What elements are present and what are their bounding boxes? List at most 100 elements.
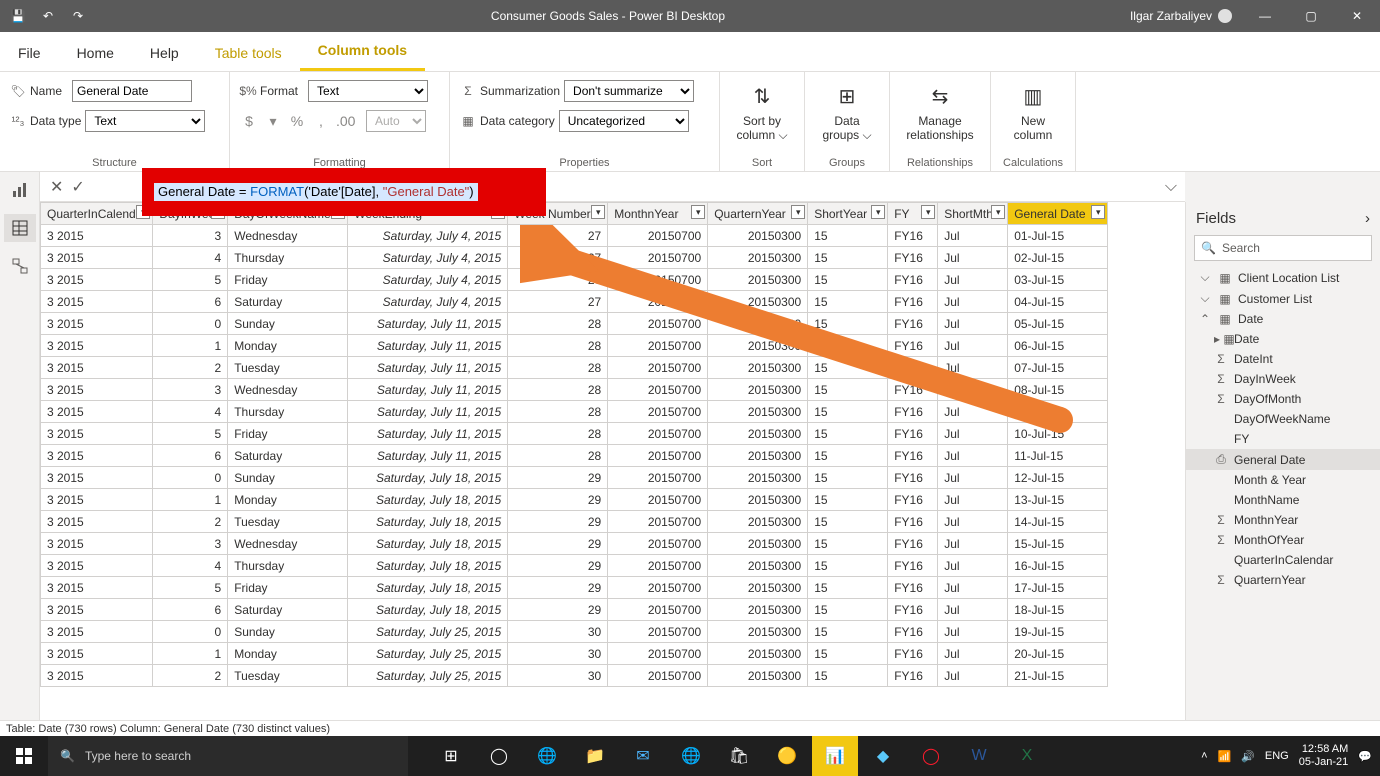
datatype-select[interactable]: Text [85, 110, 205, 132]
cell[interactable]: 3 2015 [41, 225, 153, 247]
cell[interactable]: Tuesday [228, 511, 348, 533]
cell[interactable]: Wednesday [228, 379, 348, 401]
cell[interactable]: Jul [938, 225, 1008, 247]
cell[interactable]: Saturday, July 11, 2015 [348, 423, 508, 445]
task-view-icon[interactable]: ⊞ [428, 736, 474, 776]
cell[interactable]: 20150700 [608, 401, 708, 423]
cell[interactable]: 20150300 [708, 599, 808, 621]
powerbi-icon[interactable]: 📊 [812, 736, 858, 776]
cell[interactable]: 28 [508, 423, 608, 445]
cell[interactable]: 20150700 [608, 643, 708, 665]
cell[interactable]: 5 [153, 423, 228, 445]
table-row[interactable]: 3 20153WednesdaySaturday, July 4, 201527… [41, 225, 1108, 247]
table-row[interactable]: 3 20150SundaySaturday, July 25, 20153020… [41, 621, 1108, 643]
cell[interactable]: FY16 [888, 379, 938, 401]
table-row[interactable]: 3 20151MondaySaturday, July 18, 20152920… [41, 489, 1108, 511]
cell[interactable]: Saturday, July 11, 2015 [348, 379, 508, 401]
cancel-formula-icon[interactable]: ✕ [50, 177, 63, 197]
cell[interactable]: 0 [153, 313, 228, 335]
model-view-icon[interactable] [4, 252, 36, 280]
redo-icon[interactable]: ↷ [64, 2, 92, 30]
cell[interactable]: 15 [808, 401, 888, 423]
cell[interactable]: Saturday, July 18, 2015 [348, 555, 508, 577]
cell[interactable]: 3 2015 [41, 401, 153, 423]
cell[interactable]: 20150300 [708, 445, 808, 467]
cell[interactable]: FY16 [888, 621, 938, 643]
cell[interactable]: FY16 [888, 599, 938, 621]
cell[interactable]: Jul [938, 577, 1008, 599]
cell[interactable]: 15 [808, 291, 888, 313]
cell[interactable]: Saturday, July 4, 2015 [348, 291, 508, 313]
cell[interactable]: 29 [508, 511, 608, 533]
cell[interactable]: Saturday, July 11, 2015 [348, 335, 508, 357]
cell[interactable]: 20150300 [708, 533, 808, 555]
cell[interactable]: 29 [508, 533, 608, 555]
cell[interactable]: 15 [808, 313, 888, 335]
cell[interactable]: Friday [228, 577, 348, 599]
edge2-icon[interactable]: 🌐 [668, 736, 714, 776]
tab-table-tools[interactable]: Table tools [197, 35, 300, 71]
field-item[interactable]: ΣMonthOfYear [1186, 530, 1380, 550]
cell[interactable]: FY16 [888, 445, 938, 467]
table-row[interactable]: 3 20154ThursdaySaturday, July 18, 201529… [41, 555, 1108, 577]
table-row[interactable]: 3 20155FridaySaturday, July 11, 20152820… [41, 423, 1108, 445]
format-select[interactable]: Text [308, 80, 428, 102]
cell[interactable]: 29 [508, 467, 608, 489]
table-row[interactable]: 3 20152TuesdaySaturday, July 11, 2015282… [41, 357, 1108, 379]
cell[interactable]: Jul [938, 555, 1008, 577]
field-item[interactable]: DayOfWeekName [1186, 409, 1380, 429]
tab-column-tools[interactable]: Column tools [300, 32, 425, 71]
cell[interactable]: 20150700 [608, 511, 708, 533]
cell[interactable]: 28 [508, 335, 608, 357]
store-icon[interactable]: 🛍 [716, 736, 762, 776]
cell[interactable]: 15 [808, 511, 888, 533]
filter-dropdown-icon[interactable]: ▾ [691, 205, 705, 219]
cell[interactable]: 3 2015 [41, 599, 153, 621]
cell[interactable]: 06-Jul-15 [1008, 335, 1108, 357]
cell[interactable]: 08-Jul-15 [1008, 379, 1108, 401]
cell[interactable]: 15 [808, 599, 888, 621]
cell[interactable]: Wednesday [228, 533, 348, 555]
cell[interactable]: Thursday [228, 555, 348, 577]
table-row[interactable]: 3 20154ThursdaySaturday, July 4, 2015272… [41, 247, 1108, 269]
field-item[interactable]: ⎙General Date [1186, 449, 1380, 470]
cell[interactable]: Saturday, July 18, 2015 [348, 599, 508, 621]
filter-dropdown-icon[interactable]: ▾ [591, 205, 605, 219]
cell[interactable]: Saturday, July 18, 2015 [348, 489, 508, 511]
cell[interactable]: Saturday, July 18, 2015 [348, 533, 508, 555]
cell[interactable]: 3 2015 [41, 379, 153, 401]
cell[interactable]: 3 2015 [41, 665, 153, 687]
cell[interactable]: 3 [153, 225, 228, 247]
column-header[interactable]: MonthnYear▾ [608, 203, 708, 225]
language-indicator[interactable]: ENG [1265, 750, 1289, 762]
column-header[interactable]: QuarternYear▾ [708, 203, 808, 225]
cell[interactable]: 20150700 [608, 555, 708, 577]
cell[interactable]: Jul [938, 445, 1008, 467]
opera-icon[interactable]: ◯ [908, 736, 954, 776]
cell[interactable]: Saturday, July 25, 2015 [348, 665, 508, 687]
table-row[interactable]: 3 20151MondaySaturday, July 11, 20152820… [41, 335, 1108, 357]
cell[interactable]: 20150700 [608, 599, 708, 621]
cell[interactable]: Jul [938, 247, 1008, 269]
cell[interactable]: Saturday [228, 445, 348, 467]
cell[interactable]: 4 [153, 247, 228, 269]
cell[interactable]: Jul [938, 643, 1008, 665]
summarization-select[interactable]: Don't summarize [564, 80, 694, 102]
cell[interactable]: 28 [508, 357, 608, 379]
cell[interactable]: 4 [153, 401, 228, 423]
table-item[interactable]: ⌵▦Customer List [1186, 288, 1380, 309]
cell[interactable]: 5 [153, 269, 228, 291]
cell[interactable]: 20150700 [608, 335, 708, 357]
cell[interactable]: 28 [508, 445, 608, 467]
column-header[interactable]: FY▾ [888, 203, 938, 225]
cell[interactable]: Jul [938, 621, 1008, 643]
start-button[interactable] [0, 736, 48, 776]
cell[interactable]: 2 [153, 511, 228, 533]
cell[interactable]: Jul [938, 533, 1008, 555]
cell[interactable]: 17-Jul-15 [1008, 577, 1108, 599]
cell[interactable]: 10-Jul-15 [1008, 423, 1108, 445]
cell[interactable]: 19-Jul-15 [1008, 621, 1108, 643]
cell[interactable]: 20150700 [608, 489, 708, 511]
cell[interactable]: 3 2015 [41, 533, 153, 555]
cell[interactable]: 1 [153, 489, 228, 511]
